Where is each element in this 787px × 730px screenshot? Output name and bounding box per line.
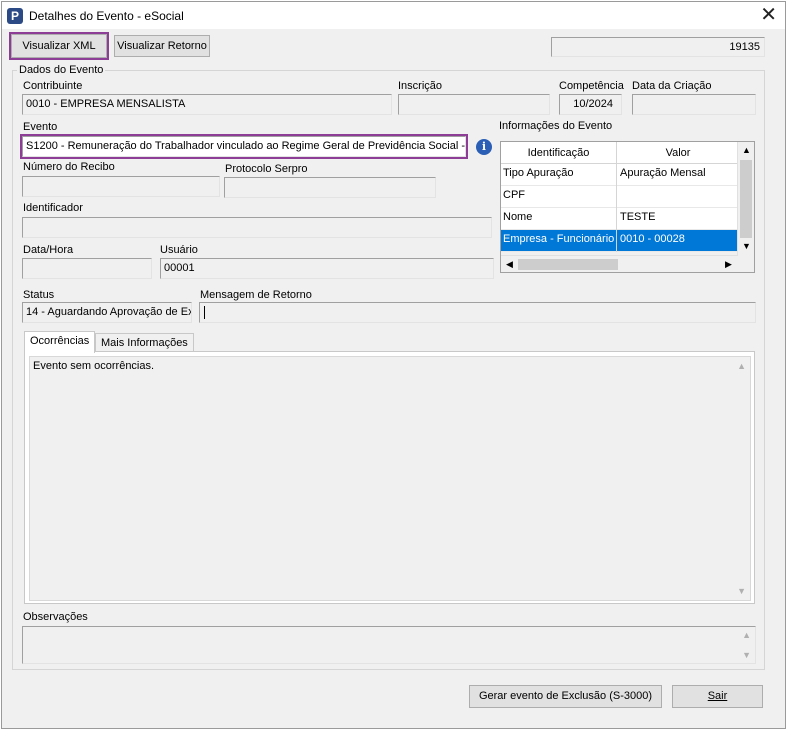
data-hora-field [22, 258, 152, 279]
grid-cell-id: Nome [501, 208, 617, 230]
grid-horizontal-scrollbar[interactable]: ◀ ▶ [501, 255, 738, 272]
protocolo-field [224, 177, 436, 198]
close-icon[interactable]: ✕ [760, 4, 777, 26]
grid-cell-value: 0010 - 00028 [620, 233, 685, 245]
competencia-field: 10/2024 [559, 94, 622, 115]
scroll-down-icon[interactable]: ▼ [737, 586, 746, 596]
grid-header: Identificação Valor [501, 142, 738, 164]
grid-vertical-scrollbar[interactable]: ▲ ▼ [737, 142, 754, 255]
grid-row[interactable]: CPF [501, 186, 738, 208]
observacoes-label: Observações [23, 611, 88, 623]
view-return-button[interactable]: Visualizar Retorno [114, 35, 210, 57]
tab-ocorrencias[interactable]: Ocorrências [24, 331, 96, 353]
identificador-label: Identificador [23, 202, 83, 214]
usuario-field: 00001 [160, 258, 494, 279]
grid-row-selected[interactable]: Empresa - Funcionário 0010 - 00028 [501, 230, 738, 252]
numero-recibo-label: Número do Recibo [23, 161, 115, 173]
status-label: Status [23, 289, 55, 301]
data-criacao-field [632, 94, 756, 115]
app-logo-icon: P [7, 8, 23, 24]
ocorrencias-panel: Evento sem ocorrências. ▲ ▼ [24, 351, 755, 604]
event-id-field: 19135 [551, 37, 765, 57]
view-xml-button[interactable]: Visualizar XML [9, 32, 109, 60]
scroll-left-icon[interactable]: ◀ [502, 257, 517, 272]
grid-row[interactable]: Tipo Apuração Apuração Mensal [501, 164, 738, 186]
scroll-right-icon[interactable]: ▶ [721, 257, 736, 272]
data-criacao-label: Data da Criação [632, 80, 712, 92]
numero-recibo-field [22, 176, 220, 197]
observacoes-field[interactable]: ▲ ▼ [22, 626, 756, 664]
evento-label: Evento [23, 121, 58, 133]
status-field: 14 - Aguardando Aprovação de Ex [22, 302, 192, 323]
ocorrencias-text: Evento sem ocorrências. [33, 360, 155, 372]
inscricao-label: Inscrição [398, 80, 443, 92]
text-caret [204, 305, 205, 319]
window-title: Detalhes do Evento - eSocial [29, 9, 184, 23]
grid-header-identificacao[interactable]: Identificação [501, 142, 617, 164]
grid-cell-id: CPF [501, 186, 617, 208]
scroll-up-icon[interactable]: ▲ [739, 143, 754, 158]
grid-row[interactable]: Nome TESTE [501, 208, 738, 230]
scroll-down-icon[interactable]: ▼ [739, 239, 754, 254]
grid-header-valor[interactable]: Valor [618, 142, 738, 164]
exit-button[interactable]: Sair [672, 685, 763, 708]
inscricao-field [398, 94, 550, 115]
ocorrencias-memo[interactable]: Evento sem ocorrências. ▲ ▼ [29, 356, 751, 601]
grid-cell-value: Apuração Mensal [620, 167, 706, 179]
info-icon[interactable]: i [476, 139, 492, 155]
scroll-up-icon[interactable]: ▲ [737, 361, 746, 371]
data-hora-label: Data/Hora [23, 244, 74, 256]
grid-cell-id: Empresa - Funcionário [501, 230, 617, 252]
grid-cell-value [618, 186, 738, 208]
mensagem-field[interactable] [199, 302, 756, 323]
scroll-up-icon[interactable]: ▲ [742, 630, 751, 640]
vertical-scroll-thumb[interactable] [740, 160, 752, 238]
tab-mais-informacoes[interactable]: Mais Informações [95, 333, 194, 353]
grid-cell-value: TESTE [620, 211, 656, 223]
event-data-group-title: Dados do Evento [17, 64, 106, 76]
competencia-label: Competência [559, 80, 624, 92]
info-grid-title: Informações do Evento [499, 120, 613, 132]
generate-exclusion-button[interactable]: Gerar evento de Exclusão (S-3000) [469, 685, 662, 708]
event-info-grid[interactable]: Identificação Valor Tipo Apuração Apuraç… [500, 141, 755, 273]
protocolo-label: Protocolo Serpro [225, 163, 308, 175]
title-bar: P Detalhes do Evento - eSocial ✕ [2, 2, 785, 29]
evento-field[interactable]: S1200 - Remuneração do Trabalhador vincu… [20, 134, 468, 159]
contribuinte-label: Contribuinte [23, 80, 83, 92]
contribuinte-field: 0010 - EMPRESA MENSALISTA [22, 94, 392, 115]
usuario-label: Usuário [160, 244, 198, 256]
mensagem-label: Mensagem de Retorno [200, 289, 312, 301]
scroll-down-icon[interactable]: ▼ [742, 650, 751, 660]
grid-cell-id: Tipo Apuração [501, 164, 617, 186]
identificador-field [22, 217, 492, 238]
horizontal-scroll-thumb[interactable] [518, 259, 618, 270]
